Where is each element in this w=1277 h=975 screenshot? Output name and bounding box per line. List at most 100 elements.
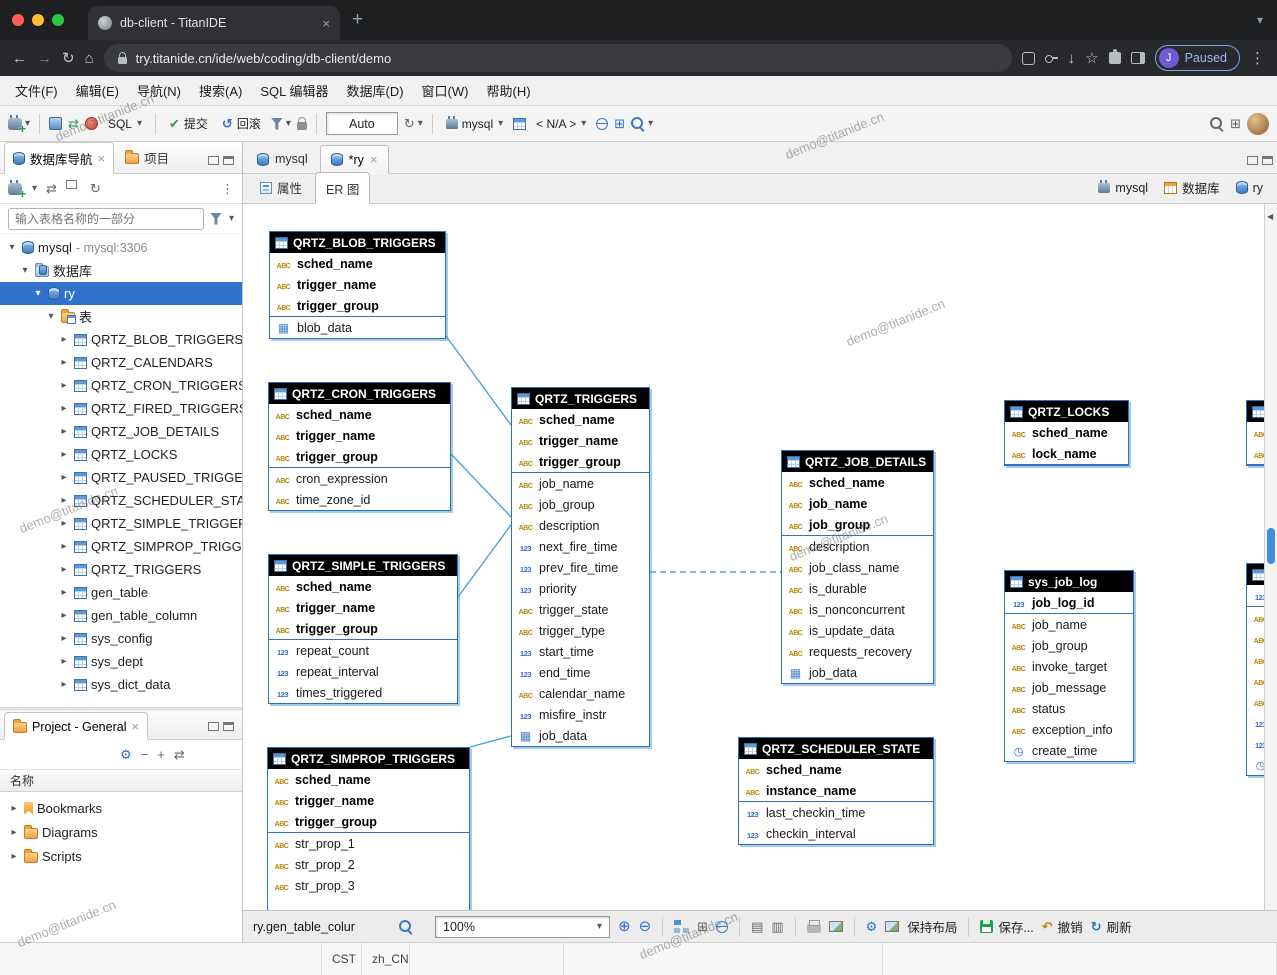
column-sched_name[interactable]: sched_name: [269, 404, 450, 425]
maximize-view-icon[interactable]: [223, 156, 234, 165]
entity-QRTZ_SIMPLE_TRIGGERS[interactable]: QRTZ_SIMPLE_TRIGGERSsched_nametrigger_na…: [268, 554, 458, 704]
expand-arrow-icon[interactable]: ▸: [58, 426, 70, 437]
grid-icon[interactable]: ⊞: [697, 920, 708, 933]
column-job_class_name[interactable]: job_class_name: [782, 557, 933, 578]
print-icon[interactable]: [807, 924, 821, 933]
tree-item-QRTZ_JOB_DETAILS[interactable]: ▸QRTZ_JOB_DETAILS: [0, 420, 242, 443]
tree-item-sys_config[interactable]: ▸sys_config: [0, 627, 242, 650]
expand-arrow-icon[interactable]: ▸: [58, 334, 70, 345]
expand-arrow-icon[interactable]: ▸: [58, 541, 70, 552]
entity-QRTZ_BLOB_TRIGGERS[interactable]: QRTZ_BLOB_TRIGGERSsched_nametrigger_name…: [269, 231, 446, 339]
column-unnamed[interactable]: [1247, 607, 1264, 628]
entity-QRTZ_JOB_DETAILS[interactable]: QRTZ_JOB_DETAILSsched_namejob_namejob_gr…: [781, 450, 934, 684]
project-item-Scripts[interactable]: ▸Scripts: [0, 844, 242, 868]
export-image-icon[interactable]: [829, 921, 843, 932]
close-icon[interactable]: ×: [370, 152, 378, 167]
view-tab-project-general[interactable]: Project - General ×: [4, 712, 148, 740]
collapse-arrow-icon[interactable]: ▾: [6, 242, 18, 253]
column-sched_name[interactable]: sched_name: [512, 409, 649, 430]
link-with-editor-icon[interactable]: ⇄: [46, 182, 57, 195]
column-description[interactable]: description: [512, 515, 649, 536]
column-status[interactable]: status: [1005, 698, 1133, 719]
column-priority[interactable]: priority: [512, 578, 649, 599]
expand-arrow-icon[interactable]: ▸: [58, 587, 70, 598]
column-job_group[interactable]: job_group: [1005, 635, 1133, 656]
column-sched_name[interactable]: sched_name: [268, 769, 469, 790]
er-relation-line[interactable]: [451, 454, 511, 517]
entity-header[interactable]: [1247, 401, 1264, 422]
column-calendar_name[interactable]: calendar_name: [512, 683, 649, 704]
column-sched_name[interactable]: sched_name: [269, 576, 457, 597]
entity-header[interactable]: QRTZ_SIMPLE_TRIGGERS: [269, 555, 457, 576]
column-unnamed[interactable]: [1247, 670, 1264, 691]
menu-窗口(W)[interactable]: 窗口(W): [413, 77, 478, 104]
column-invoke_target[interactable]: invoke_target: [1005, 656, 1133, 677]
expand-arrow-icon[interactable]: ▸: [58, 656, 70, 667]
tab-search-chevron-icon[interactable]: ▾: [1257, 13, 1263, 27]
minimize-view-icon[interactable]: [208, 156, 219, 165]
expand-arrow-icon[interactable]: ▸: [58, 679, 70, 690]
column-trigger_name[interactable]: trigger_name: [269, 597, 457, 618]
er-relation-line[interactable]: [470, 736, 511, 747]
expand-arrow-icon[interactable]: ▸: [8, 827, 20, 838]
menu-文件(F)[interactable]: 文件(F): [6, 77, 67, 104]
editor-tab-mysql[interactable]: mysql: [246, 145, 319, 173]
column-trigger_name[interactable]: trigger_name: [268, 790, 469, 811]
refresh-button[interactable]: ↻刷新: [1091, 917, 1132, 936]
globe-icon[interactable]: [596, 118, 608, 130]
reload-icon[interactable]: ↻: [62, 49, 75, 67]
user-avatar[interactable]: [1247, 113, 1269, 135]
tree-item-gen_table[interactable]: ▸gen_table: [0, 581, 242, 604]
tree-item-QRTZ_SCHEDULER_STATE[interactable]: ▸QRTZ_SCHEDULER_STATE: [0, 489, 242, 512]
key-icon[interactable]: [1045, 55, 1058, 61]
column-unnamed[interactable]: [1247, 754, 1264, 775]
expand-arrow-icon[interactable]: ▸: [58, 449, 70, 460]
expand-arrow-icon[interactable]: ▸: [58, 472, 70, 483]
settings-gear-icon[interactable]: ⚙: [120, 748, 132, 761]
column-next_fire_time[interactable]: next_fire_time: [512, 536, 649, 557]
perspective-icon[interactable]: ⊞: [1230, 117, 1241, 130]
maximize-editor-icon[interactable]: [1262, 156, 1273, 165]
tree-item-数据库[interactable]: ▾数据库: [0, 259, 242, 282]
diagram-image-icon[interactable]: [885, 921, 899, 932]
connect-icon[interactable]: [49, 117, 62, 130]
tree-item-QRTZ_SIMPLE_TRIGGERS[interactable]: ▸QRTZ_SIMPLE_TRIGGERS: [0, 512, 242, 535]
column-repeat_count[interactable]: repeat_count: [269, 640, 457, 661]
undo-button[interactable]: ↶撤销: [1042, 917, 1083, 936]
entity-header[interactable]: [1247, 564, 1264, 585]
subtab-ER 图[interactable]: ER 图: [315, 172, 370, 204]
column-sched_name[interactable]: sched_name: [1005, 422, 1128, 443]
column-trigger_group[interactable]: trigger_group: [270, 295, 445, 316]
entity-header[interactable]: QRTZ_JOB_DETAILS: [782, 451, 933, 472]
collapse-arrow-icon[interactable]: ▾: [45, 311, 57, 322]
tree-item-sys_dict_data[interactable]: ▸sys_dict_data: [0, 673, 242, 696]
column-prev_fire_time[interactable]: prev_fire_time: [512, 557, 649, 578]
column-instance_name[interactable]: instance_name: [739, 780, 933, 801]
back-icon[interactable]: ←: [12, 50, 27, 67]
column-job_name[interactable]: job_name: [512, 473, 649, 494]
sql-editor-button[interactable]: SQL▾: [104, 115, 146, 133]
entity-header[interactable]: QRTZ_BLOB_TRIGGERS: [270, 232, 445, 253]
transaction-filter-icon[interactable]: [271, 118, 283, 130]
tree-item-QRTZ_SIMPROP_TRIGGERS[interactable]: ▸QRTZ_SIMPROP_TRIGGERS: [0, 535, 242, 558]
column-trigger_name[interactable]: trigger_name: [512, 430, 649, 451]
column-str_prop_2[interactable]: str_prop_2: [268, 854, 469, 875]
tree-item-ry[interactable]: ▾ry: [0, 282, 242, 305]
entity-partial[interactable]: [1246, 563, 1264, 776]
column-trigger_group[interactable]: trigger_group: [268, 811, 469, 832]
column-description[interactable]: description: [782, 536, 933, 557]
expand-arrow-icon[interactable]: ▸: [8, 851, 20, 862]
extensions-icon[interactable]: [1109, 52, 1121, 64]
menu-帮助(H)[interactable]: 帮助(H): [477, 77, 539, 104]
minimize-editor-icon[interactable]: [1247, 156, 1258, 165]
menu-编辑(E)[interactable]: 编辑(E): [67, 77, 128, 104]
link-with-editor-icon[interactable]: ⇄: [174, 748, 185, 761]
entity-sys_job_log[interactable]: sys_job_logjob_log_idjob_namejob_groupin…: [1004, 570, 1134, 762]
refresh-icon[interactable]: ↻: [90, 182, 101, 195]
column-sched_name[interactable]: sched_name: [270, 253, 445, 274]
view-menu-icon[interactable]: ⋮: [221, 182, 234, 195]
forward-icon[interactable]: →: [37, 50, 52, 67]
close-window-button[interactable]: [12, 14, 24, 26]
minimize-window-button[interactable]: [32, 14, 44, 26]
close-icon[interactable]: ×: [322, 16, 330, 31]
